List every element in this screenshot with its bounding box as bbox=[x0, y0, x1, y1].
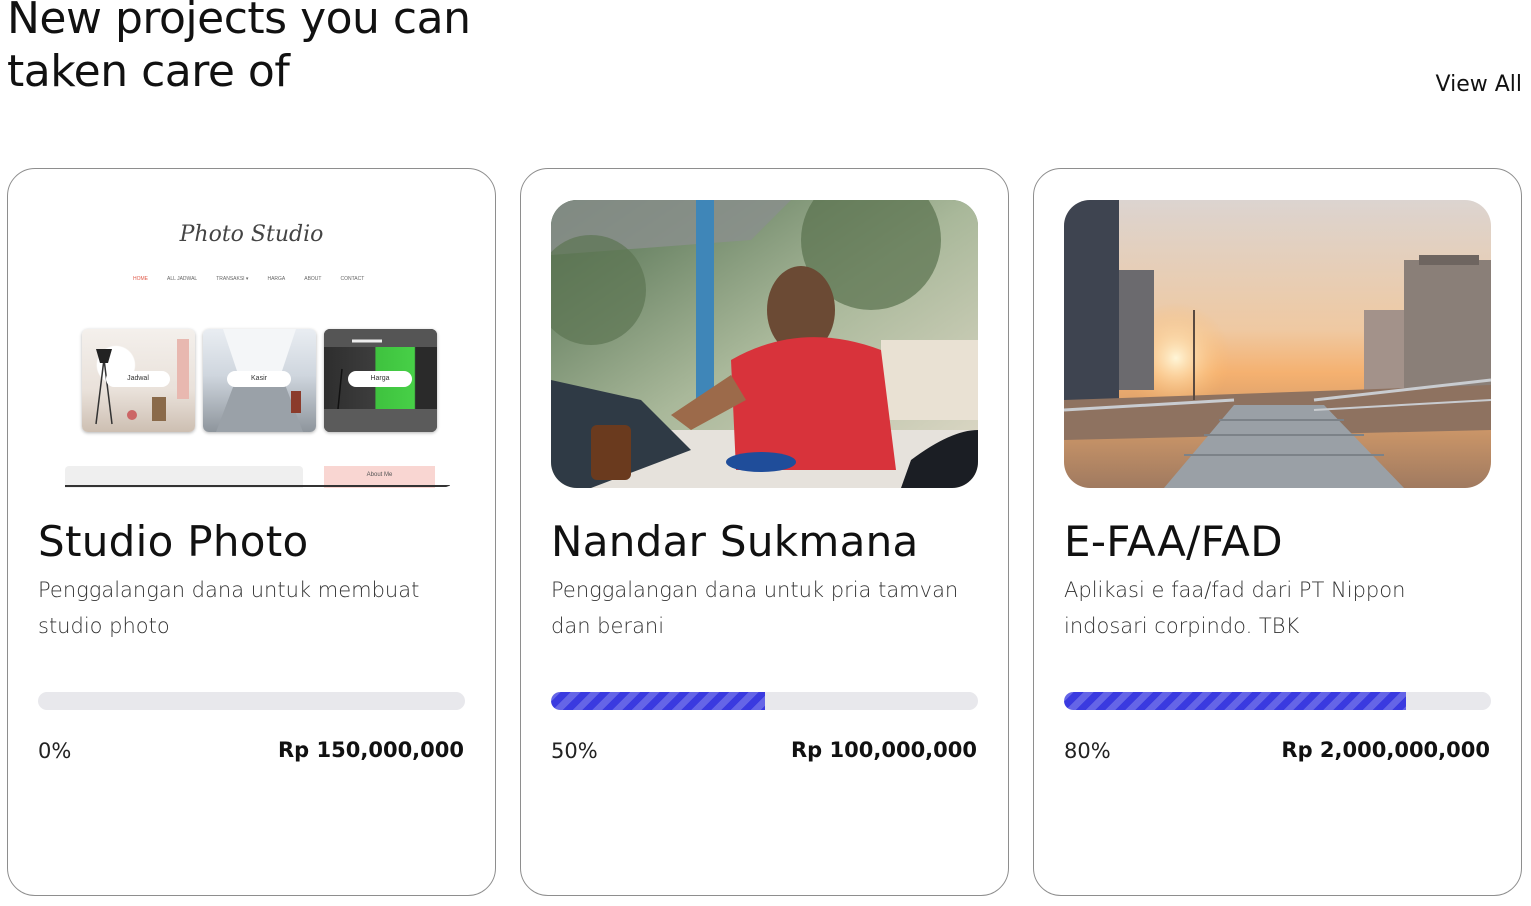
project-thumbnail: Photo Studio HOME ALL JADWAL TRANSAKSI ▾… bbox=[38, 200, 465, 488]
funding-amount: Rp 2,000,000,000 bbox=[1281, 738, 1490, 762]
mockup-nav: HOME ALL JADWAL TRANSAKSI ▾ HARGA ABOUT … bbox=[133, 276, 364, 282]
mockup-tile-kasir: Kasir bbox=[203, 329, 316, 432]
mockup-nav-item: TRANSAKSI ▾ bbox=[216, 276, 249, 282]
progress-percent: 80% bbox=[1064, 739, 1111, 763]
funding-amount: Rp 100,000,000 bbox=[791, 738, 977, 762]
project-title: E-FAA/FAD bbox=[1064, 517, 1283, 566]
progress-bar bbox=[38, 692, 465, 710]
project-description: Penggalangan dana untuk pria tamvan dan … bbox=[551, 578, 959, 638]
section-title: New projects you can taken care of bbox=[7, 0, 471, 97]
project-thumbnail bbox=[551, 200, 978, 488]
mockup-tile-label: Kasir bbox=[227, 371, 291, 387]
mockup-tile-harga: Harga bbox=[324, 329, 437, 432]
mockup-nav-item: HOME bbox=[133, 276, 148, 282]
progress-fill bbox=[551, 692, 765, 710]
project-description: Penggalangan dana untuk membuat studio p… bbox=[38, 578, 420, 638]
progress-bar bbox=[551, 692, 978, 710]
progress-fill bbox=[1064, 692, 1406, 710]
progress-bar bbox=[1064, 692, 1491, 710]
mockup-tile-label: Harga bbox=[348, 371, 412, 387]
city-stairs-photo-icon bbox=[1064, 200, 1491, 488]
man-with-laptop-photo-icon bbox=[551, 200, 978, 488]
progress-percent: 50% bbox=[551, 739, 598, 763]
mockup-brand-text: Photo Studio bbox=[179, 222, 324, 247]
project-description: Aplikasi e faa/fad dari PT Nippon indosa… bbox=[1064, 578, 1406, 638]
project-card-nandar-sukmana[interactable]: Nandar Sukmana Penggalangan dana untuk p… bbox=[520, 168, 1009, 896]
project-card-e-faa-fad[interactable]: E-FAA/FAD Aplikasi e faa/fad dari PT Nip… bbox=[1033, 168, 1522, 896]
mockup-divider bbox=[65, 485, 450, 487]
progress-percent: 0% bbox=[38, 739, 72, 763]
funding-amount: Rp 150,000,000 bbox=[278, 738, 464, 762]
project-title: Nandar Sukmana bbox=[551, 517, 919, 566]
mockup-tile-label: Jadwal bbox=[106, 371, 170, 387]
mockup-nav-item: ABOUT bbox=[304, 276, 322, 282]
mockup-nav-item: HARGA bbox=[267, 276, 286, 282]
project-card-studio-photo[interactable]: Photo Studio HOME ALL JADWAL TRANSAKSI ▾… bbox=[7, 168, 496, 896]
mockup-nav-item: CONTACT bbox=[340, 276, 365, 282]
project-title: Studio Photo bbox=[38, 517, 309, 566]
view-all-link[interactable]: View All bbox=[1436, 72, 1522, 97]
project-thumbnail bbox=[1064, 200, 1491, 488]
mockup-nav-item: ALL JADWAL bbox=[167, 276, 198, 282]
mockup-tile-jadwal: Jadwal bbox=[82, 329, 195, 432]
